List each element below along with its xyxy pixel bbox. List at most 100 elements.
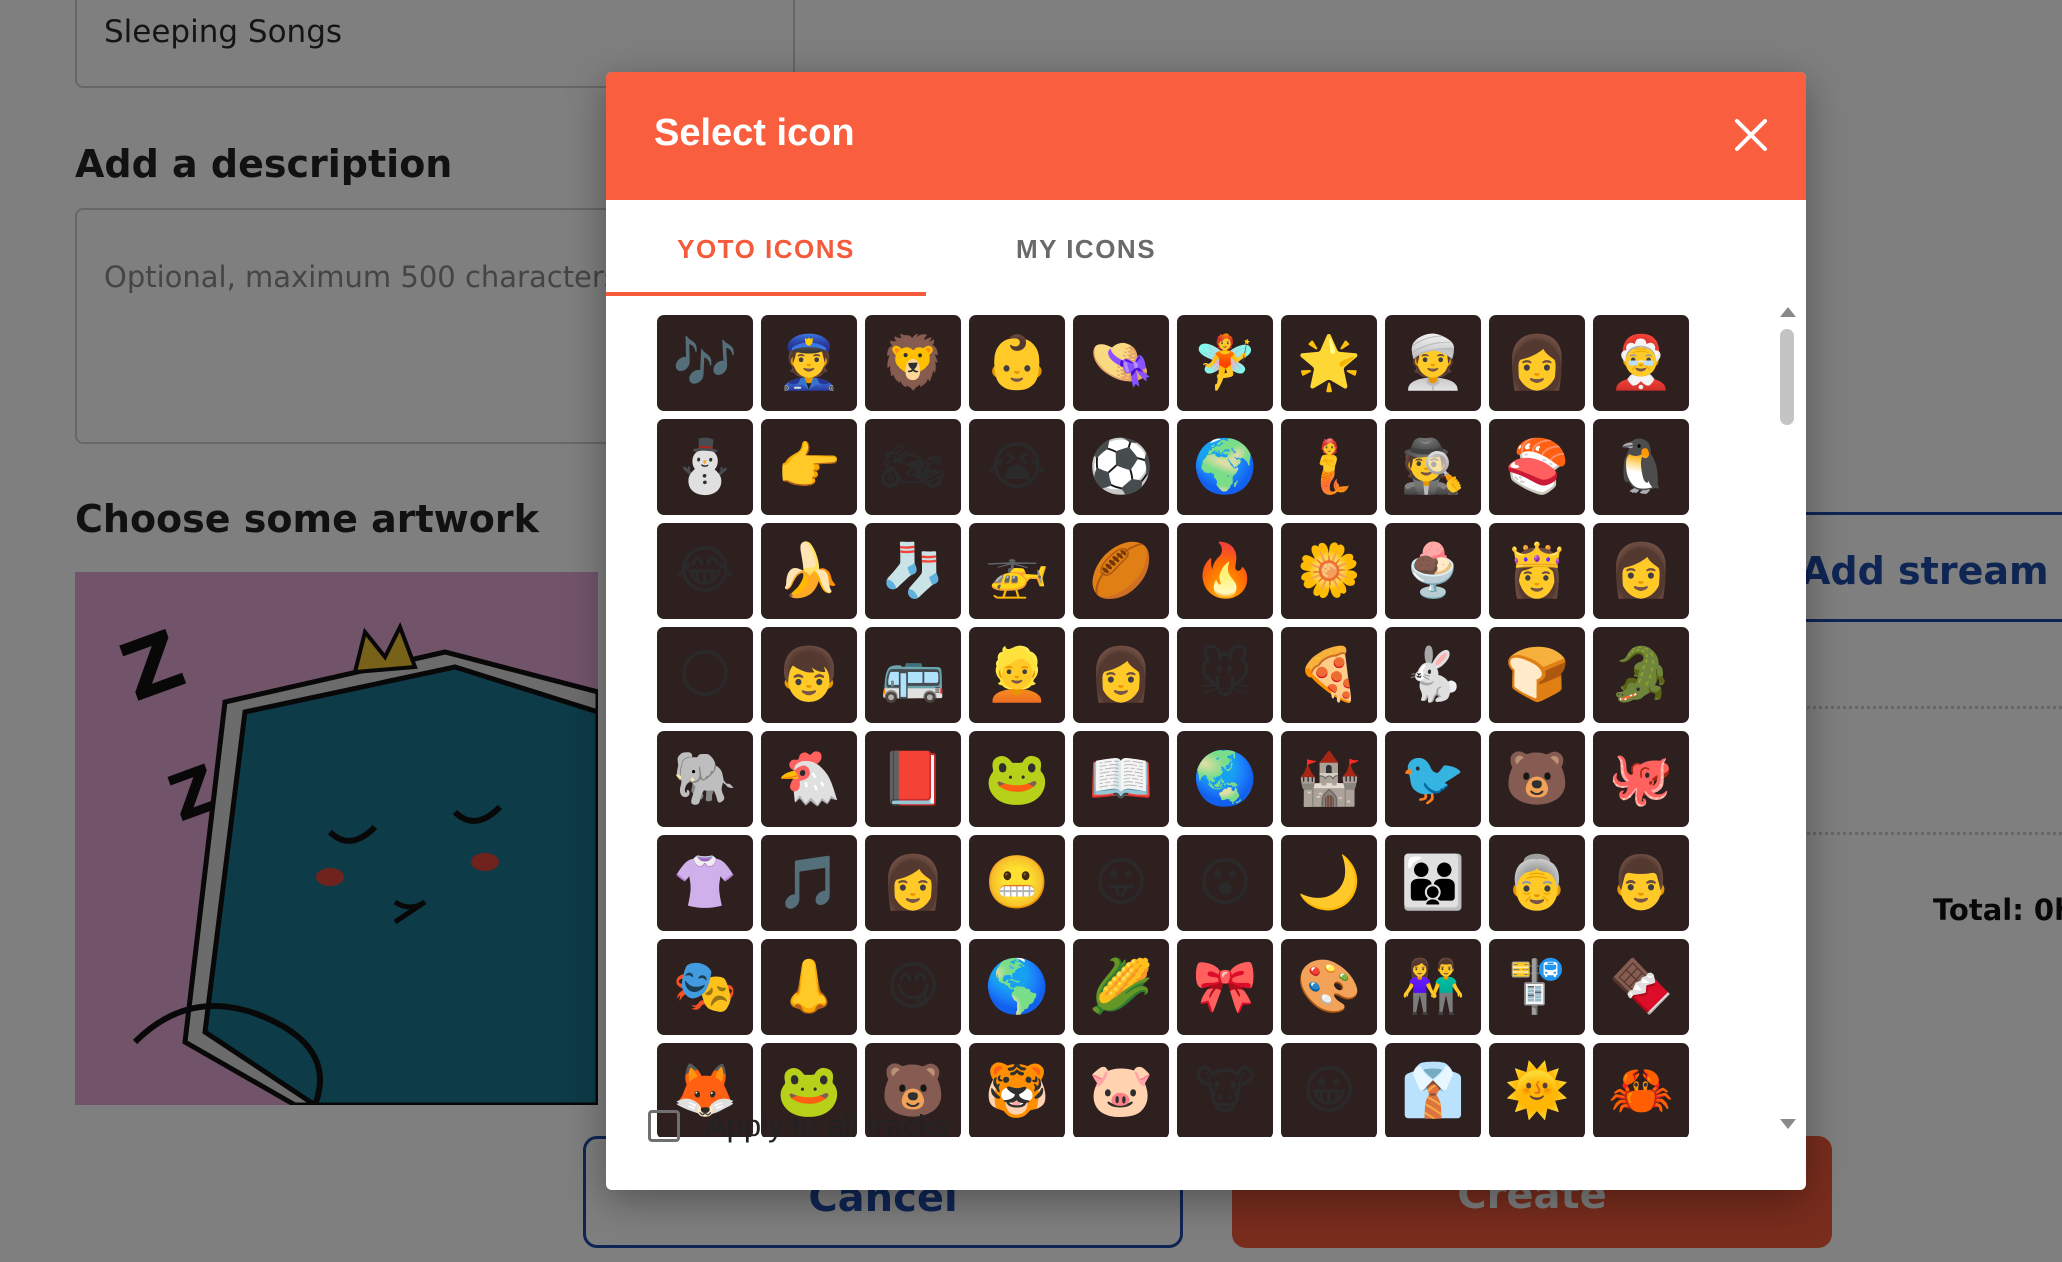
icon-tile[interactable]: 👩: [865, 835, 961, 931]
icon-glyph: 😮: [1197, 853, 1253, 913]
icon-tile[interactable]: 🐧: [1593, 419, 1689, 515]
icon-tile[interactable]: 🐯: [969, 1043, 1065, 1137]
icon-tile[interactable]: 😋: [865, 939, 961, 1035]
tab-my-icons[interactable]: MY ICONS: [926, 200, 1246, 298]
icon-glyph: 👨: [1608, 853, 1674, 913]
icon-tile[interactable]: 👫: [1385, 939, 1481, 1035]
icon-glyph: 👫: [1400, 957, 1466, 1017]
icon-tile[interactable]: 🎵: [761, 835, 857, 931]
icon-tile[interactable]: 🤶: [1593, 315, 1689, 411]
icon-tile[interactable]: 🐔: [761, 731, 857, 827]
icon-tile[interactable]: 🌼: [1281, 523, 1377, 619]
tab-yoto-icons[interactable]: YOTO ICONS: [606, 200, 926, 298]
icon-tile[interactable]: 🧦: [865, 523, 961, 619]
icon-tile[interactable]: 👚: [657, 835, 753, 931]
icon-tile[interactable]: 🌏: [1177, 731, 1273, 827]
icon-glyph: 👳: [1400, 333, 1466, 393]
icon-tile[interactable]: 🐭: [1177, 627, 1273, 723]
icon-tile[interactable]: 🌕: [657, 627, 753, 723]
icon-tile[interactable]: 👸: [1489, 523, 1585, 619]
scroll-up-arrow-icon[interactable]: [1780, 307, 1796, 317]
icon-tile[interactable]: 🐘: [657, 731, 753, 827]
icon-tile[interactable]: 🚌: [865, 627, 961, 723]
icon-tile[interactable]: 👪: [1385, 835, 1481, 931]
icon-tile[interactable]: 🎀: [1177, 939, 1273, 1035]
icon-glyph: 🤶: [1608, 333, 1674, 393]
scroll-down-arrow-icon[interactable]: [1780, 1119, 1796, 1129]
icon-tile[interactable]: 👨: [1593, 835, 1689, 931]
icon-tile[interactable]: 🍞: [1489, 627, 1585, 723]
icon-grid-scroll-area[interactable]: 🎶 👮 🦁 👶 👒 🧚 🌟 👳 👩 🤶 ⛄ 👉 🏍 😭 ⚽ 🌍 🧜 🕵 🍣 🐧 😂 🍌 🧦 🚁 🏉 🔥 🌼 🍨 👸 👩 🌕 👦 🚌 👱 👩 🐭 🍕 🐇 🍞 🐊…: [657, 315, 1697, 1137]
icon-tile[interactable]: 😮: [1177, 835, 1273, 931]
icon-tile[interactable]: ⚽: [1073, 419, 1169, 515]
icon-tile[interactable]: 🏍: [865, 419, 961, 515]
icon-tile[interactable]: ⛄: [657, 419, 753, 515]
select-icon-dialog: Select icon YOTO ICONS MY ICONS 🎶 👮 🦁 👶 👒 🧚 🌟 👳…: [606, 72, 1806, 1190]
icon-tile[interactable]: 👵: [1489, 835, 1585, 931]
icon-tile[interactable]: 🐇: [1385, 627, 1481, 723]
icon-tile[interactable]: 🐮: [1177, 1043, 1273, 1137]
icon-tile[interactable]: 👱: [969, 627, 1065, 723]
icon-tile[interactable]: 🔥: [1177, 523, 1273, 619]
icon-tile[interactable]: 🍌: [761, 523, 857, 619]
icon-glyph: 🌎: [984, 957, 1050, 1017]
icon-tile[interactable]: 👳: [1385, 315, 1481, 411]
icon-tile[interactable]: 🐦: [1385, 731, 1481, 827]
icon-glyph: 🚁: [984, 541, 1050, 601]
apply-to-all-label[interactable]: Apply to all tracks: [706, 1108, 949, 1144]
icon-tile[interactable]: 😂: [657, 523, 753, 619]
icon-glyph: 🐧: [1608, 437, 1674, 497]
icon-tile[interactable]: 🌟: [1281, 315, 1377, 411]
apply-to-all-checkbox[interactable]: [648, 1110, 680, 1142]
icon-tile[interactable]: 👩: [1489, 315, 1585, 411]
icon-tile[interactable]: 👩: [1073, 627, 1169, 723]
icon-tile[interactable]: 🐸: [969, 731, 1065, 827]
icon-tile[interactable]: 🚏: [1489, 939, 1585, 1035]
icon-tile[interactable]: 🍨: [1385, 523, 1481, 619]
icon-tile[interactable]: 🍕: [1281, 627, 1377, 723]
icon-tile[interactable]: 🚁: [969, 523, 1065, 619]
icon-tile[interactable]: 🌍: [1177, 419, 1273, 515]
icon-tile[interactable]: 😛: [1073, 835, 1169, 931]
icon-tile[interactable]: 🦁: [865, 315, 961, 411]
icon-tile[interactable]: 🌙: [1281, 835, 1377, 931]
icon-tile[interactable]: 🧜: [1281, 419, 1377, 515]
icon-grid-scrollbar[interactable]: [1776, 307, 1800, 1137]
icon-tile[interactable]: 🎨: [1281, 939, 1377, 1035]
icon-tile[interactable]: 🎭: [657, 939, 753, 1035]
icon-tile[interactable]: 🍣: [1489, 419, 1585, 515]
icon-tile[interactable]: 👉: [761, 419, 857, 515]
icon-tile[interactable]: 👩: [1593, 523, 1689, 619]
icon-tile[interactable]: 😭: [969, 419, 1065, 515]
icon-tile[interactable]: 🦀: [1593, 1043, 1689, 1137]
icon-tile[interactable]: 👒: [1073, 315, 1169, 411]
icon-glyph: 🌞: [1504, 1061, 1570, 1121]
icon-tile[interactable]: 📕: [865, 731, 961, 827]
icon-tile[interactable]: 🌞: [1489, 1043, 1585, 1137]
icon-tile[interactable]: 🌽: [1073, 939, 1169, 1035]
icon-tile[interactable]: 😬: [969, 835, 1065, 931]
icon-tile[interactable]: 📖: [1073, 731, 1169, 827]
icon-tile[interactable]: 👶: [969, 315, 1065, 411]
icon-tile[interactable]: 🐷: [1073, 1043, 1169, 1137]
icon-tile[interactable]: 🐻: [1489, 731, 1585, 827]
icon-tile[interactable]: 🐙: [1593, 731, 1689, 827]
scroll-thumb[interactable]: [1780, 329, 1794, 425]
icon-tile[interactable]: 🎶: [657, 315, 753, 411]
icon-tile[interactable]: 👔: [1385, 1043, 1481, 1137]
icon-tile[interactable]: 🏰: [1281, 731, 1377, 827]
icon-glyph: 🏰: [1296, 749, 1362, 809]
close-button[interactable]: [1728, 112, 1774, 158]
icon-glyph: 😬: [984, 853, 1050, 913]
icon-tile[interactable]: 😀: [1281, 1043, 1377, 1137]
icon-tile[interactable]: 👦: [761, 627, 857, 723]
icon-tile[interactable]: 👃: [761, 939, 857, 1035]
icon-tile[interactable]: 🌎: [969, 939, 1065, 1035]
icon-tile[interactable]: 🕵: [1385, 419, 1481, 515]
icon-tile[interactable]: 🐊: [1593, 627, 1689, 723]
icon-tile[interactable]: 🏉: [1073, 523, 1169, 619]
icon-tile[interactable]: 🍫: [1593, 939, 1689, 1035]
icon-tile[interactable]: 🧚: [1177, 315, 1273, 411]
icon-glyph: 👦: [776, 645, 842, 705]
icon-tile[interactable]: 👮: [761, 315, 857, 411]
